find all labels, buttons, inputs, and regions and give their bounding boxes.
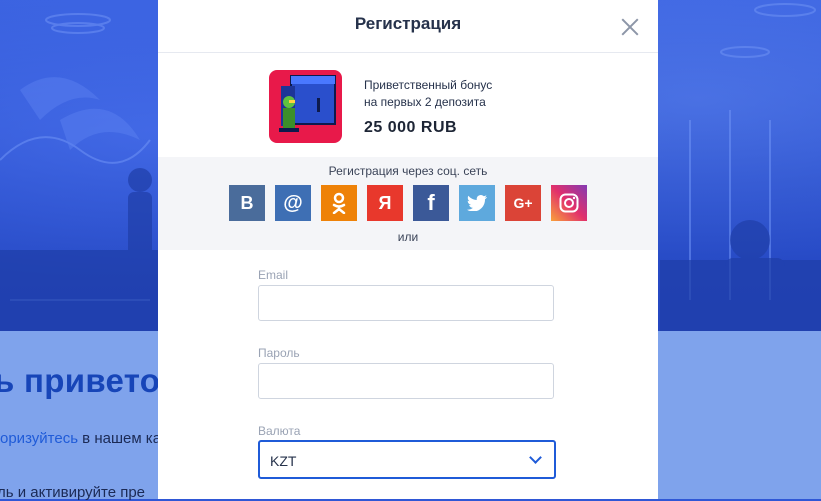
password-field[interactable] <box>258 363 554 399</box>
or-label: или <box>397 230 419 244</box>
google-plus-button[interactable]: G+ <box>505 185 541 221</box>
vk-icon: B <box>240 192 254 213</box>
bonus-image <box>269 70 342 143</box>
instagram-button[interactable] <box>551 185 587 221</box>
facebook-button[interactable]: f <box>413 185 449 221</box>
promo-heading: ь привето <box>0 362 161 399</box>
social-registration: Регистрация через соц. сеть B @ Я f G+ и… <box>158 157 658 250</box>
instagram-icon <box>559 193 579 213</box>
chevron-down-icon <box>529 451 542 464</box>
currency-value: KZT <box>270 453 297 469</box>
modal-title: Регистрация <box>354 14 462 33</box>
email-label: Email <box>258 268 289 282</box>
bonus-block: Приветственный бонус на первых 2 депозит… <box>158 53 658 158</box>
google-plus-icon: G+ <box>513 195 533 211</box>
close-icon[interactable] <box>620 17 640 37</box>
odnoklassniki-icon <box>332 192 346 214</box>
authorize-link[interactable]: оризуйтесь <box>0 430 78 447</box>
mail-icon: @ <box>283 191 303 214</box>
bonus-subtitle-line2: на первых 2 депозита <box>364 95 486 109</box>
twitter-button[interactable] <box>459 185 495 221</box>
promo-text-line2: ль и активируйте пре <box>0 484 146 501</box>
promo-text-line1: оризуйтесь в нашем ка <box>0 430 161 447</box>
vk-button[interactable]: B <box>229 185 265 221</box>
bonus-subtitle: Приветственный бонус на первых 2 депозит… <box>364 77 564 111</box>
registration-modal: Регистрация Приветственный бонус на перв… <box>158 0 658 499</box>
yandex-button[interactable]: Я <box>367 185 403 221</box>
modal-header: Регистрация <box>158 0 658 53</box>
currency-label: Валюта <box>258 424 301 438</box>
bonus-subtitle-line1: Приветственный бонус <box>364 78 493 92</box>
password-label: Пароль <box>258 346 300 360</box>
mail-button[interactable]: @ <box>275 185 311 221</box>
odnoklassniki-button[interactable] <box>321 185 357 221</box>
social-label: Регистрация через соц. сеть <box>328 164 488 178</box>
currency-select[interactable]: KZT <box>258 440 556 479</box>
facebook-icon: f <box>427 190 435 215</box>
yandex-icon: Я <box>378 192 392 213</box>
twitter-icon <box>467 195 487 211</box>
bonus-amount: 25 000 RUB <box>364 119 458 136</box>
promo-text-rest: в нашем ка <box>78 430 162 447</box>
email-field[interactable] <box>258 285 554 321</box>
